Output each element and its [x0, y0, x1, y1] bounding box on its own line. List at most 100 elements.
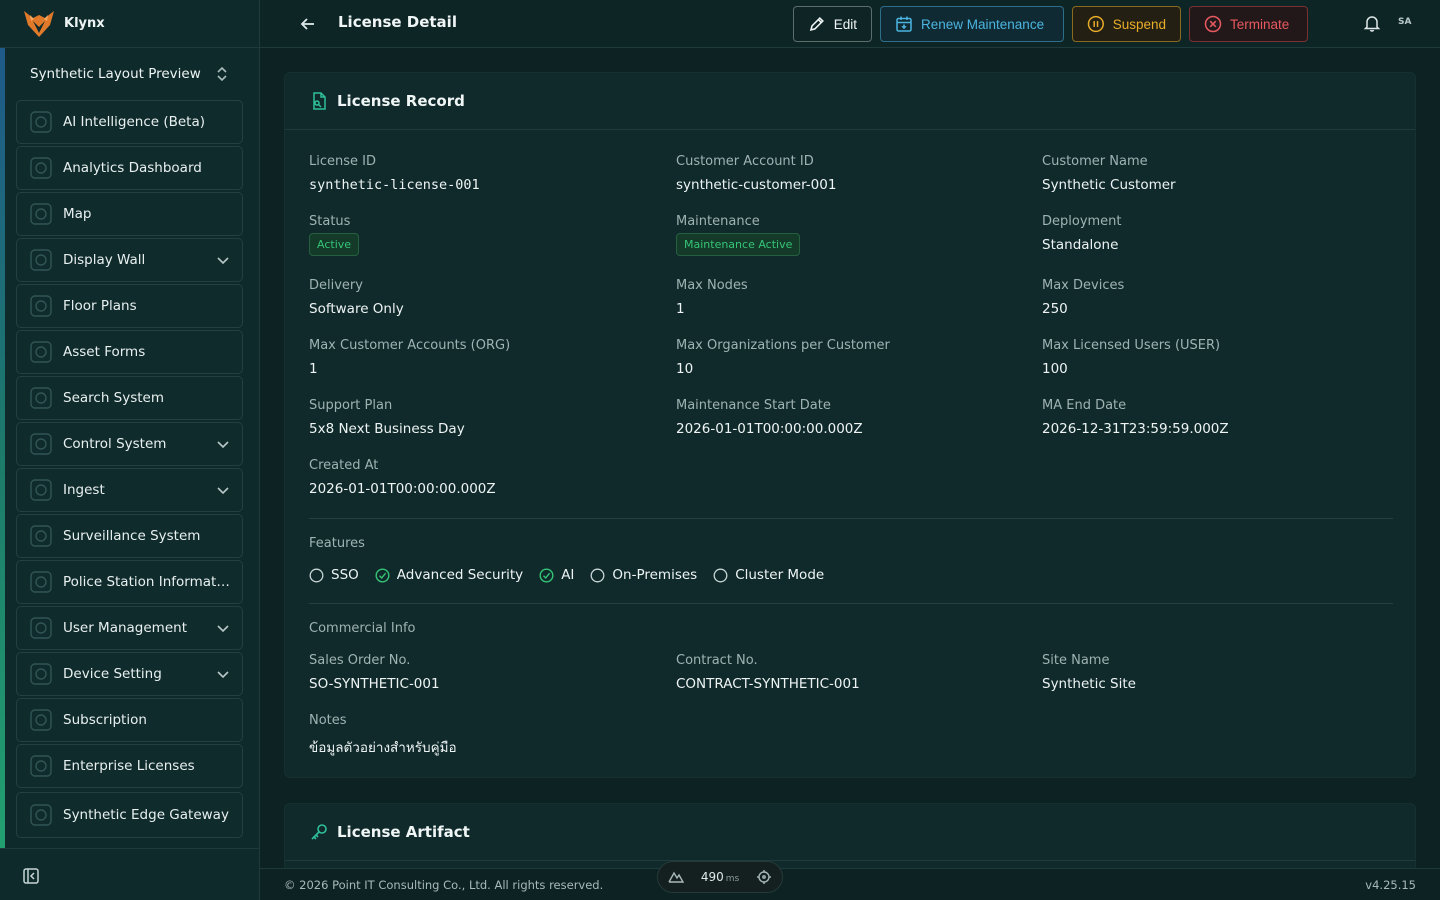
- field-value: synthetic-customer-001: [676, 177, 837, 193]
- license-record-title: License Record: [337, 92, 465, 110]
- field-label: MA End Date: [1042, 398, 1127, 413]
- sidebar-item-device-setting[interactable]: Device Setting: [16, 652, 243, 696]
- sidebar-item-control-system[interactable]: Control System: [16, 422, 243, 466]
- maintenance-badge: Maintenance Active: [676, 233, 801, 256]
- brand-name: Klynx: [64, 16, 105, 31]
- sidebar-nav: AI Intelligence (Beta) Analytics Dashboar…: [16, 100, 243, 840]
- field-value: 1: [309, 361, 318, 377]
- chevron-down-icon[interactable]: [216, 483, 230, 497]
- check-circle-icon: [539, 567, 554, 583]
- floor-plans-icon: [27, 292, 55, 320]
- sidebar-item-label: Control System: [63, 436, 167, 452]
- field-label: Contract No.: [676, 653, 758, 668]
- field-max-customer-accounts: Max Customer Accounts (ORG) 1: [309, 338, 676, 398]
- chevron-down-icon[interactable]: [216, 667, 230, 681]
- ingest-icon: [27, 476, 55, 504]
- feature-advanced-security: Advanced Security: [375, 567, 523, 583]
- sidebar-accent-bar: [0, 48, 5, 848]
- field-deployment: Deployment Standalone: [1042, 214, 1393, 278]
- response-time: 490 ms: [701, 870, 739, 884]
- sidebar-item-search-system[interactable]: Search System: [16, 376, 243, 420]
- org-name: Synthetic Layout Preview: [30, 66, 201, 82]
- field-value: 1: [676, 301, 685, 317]
- sidebar-item-surveillance-system[interactable]: Surveillance System: [16, 514, 243, 558]
- sidebar-item-police-station-information[interactable]: Police Station Information: [16, 560, 243, 604]
- empty-circle-icon: [713, 568, 728, 582]
- user-management-icon: [27, 614, 55, 642]
- renew-maintenance-label: Renew Maintenance: [921, 16, 1045, 32]
- field-label: Delivery: [309, 278, 363, 293]
- control-system-icon: [27, 430, 55, 458]
- bell-icon[interactable]: [1363, 14, 1381, 32]
- field-label: Sales Order No.: [309, 653, 411, 668]
- field-value: 2026-01-01T00:00:00.000Z: [309, 481, 496, 497]
- sidebar-item-ai-intelligence-beta[interactable]: AI Intelligence (Beta): [16, 100, 243, 144]
- suspend-label: Suspend: [1112, 16, 1166, 32]
- field-label: Max Customer Accounts (ORG): [309, 338, 511, 353]
- sidebar-item-synthetic-edge-gateway[interactable]: Synthetic Edge Gateway: [16, 792, 243, 838]
- chevron-down-icon[interactable]: [216, 437, 230, 451]
- chevron-down-icon[interactable]: [216, 621, 230, 635]
- field-maintenance: Maintenance Maintenance Active: [676, 214, 1042, 278]
- back-arrow-icon[interactable]: [298, 14, 318, 34]
- sidebar-item-label: Map: [63, 206, 92, 222]
- sidebar-item-map[interactable]: Map: [16, 192, 243, 236]
- field-max-licensed-users: Max Licensed Users (USER) 100: [1042, 338, 1393, 398]
- sidebar-item-label: User Management: [63, 620, 187, 636]
- chevron-up-down-icon: [216, 66, 228, 82]
- sidebar-item-display-wall[interactable]: Display Wall: [16, 238, 243, 282]
- renew-maintenance-button[interactable]: Renew Maintenance: [880, 6, 1064, 42]
- response-time-unit: ms: [725, 874, 740, 884]
- terminate-button[interactable]: Terminate: [1189, 6, 1308, 42]
- field-notes: Notes ข้อมูลตัวอย่างสำหรับคู่มือ: [309, 713, 676, 773]
- org-switcher[interactable]: Synthetic Layout Preview: [16, 56, 242, 92]
- feature-label: AI: [561, 567, 575, 583]
- license-fields-grid: License ID synthetic-license-001 Custome…: [309, 154, 1393, 518]
- main-content: License Record License ID synthetic-lice…: [260, 48, 1440, 868]
- field-maintenance-start-date: Maintenance Start Date 2026-01-01T00:00:…: [676, 398, 1042, 458]
- suspend-button[interactable]: Suspend: [1072, 6, 1181, 42]
- field-max-orgs-per-customer: Max Organizations per Customer 10: [676, 338, 1042, 398]
- sidebar-item-subscription[interactable]: Subscription: [16, 698, 243, 742]
- device-setting-icon: [27, 660, 55, 688]
- sidebar-item-asset-forms[interactable]: Asset Forms: [16, 330, 243, 374]
- pencil-icon: [809, 16, 824, 31]
- chevron-down-icon[interactable]: [216, 253, 230, 267]
- field-value: 5x8 Next Business Day: [309, 421, 465, 437]
- ai-icon: [27, 108, 55, 136]
- sidebar-collapse-icon[interactable]: [22, 867, 40, 885]
- copyright-text: © 2026 Point IT Consulting Co., Ltd. All…: [284, 878, 604, 892]
- field-label: Maintenance Start Date: [676, 398, 831, 413]
- license-artifact-card: License Artifact: [284, 803, 1416, 868]
- sidebar-item-label: Search System: [63, 390, 165, 406]
- field-label: Customer Account ID: [676, 154, 814, 169]
- field-value: Synthetic Site: [1042, 676, 1136, 692]
- feature-label: SSO: [331, 567, 359, 583]
- brand[interactable]: Klynx: [0, 0, 260, 48]
- field-support-plan: Support Plan 5x8 Next Business Day: [309, 398, 676, 458]
- sidebar-footer: [0, 848, 260, 900]
- sidebar-item-label: AI Intelligence (Beta): [63, 114, 206, 130]
- field-value: 2026-01-01T00:00:00.000Z: [676, 421, 863, 437]
- sidebar-item-analytics-dashboard[interactable]: Analytics Dashboard: [16, 146, 243, 190]
- sidebar-item-ingest[interactable]: Ingest: [16, 468, 243, 512]
- field-value: Software Only: [309, 301, 404, 317]
- status-badge: Active: [309, 233, 360, 256]
- crosshair-icon[interactable]: [756, 869, 772, 885]
- field-label: License ID: [309, 154, 376, 169]
- sidebar-item-user-management[interactable]: User Management: [16, 606, 243, 650]
- field-created-at: Created At 2026-01-01T00:00:00.000Z: [309, 458, 676, 518]
- check-circle-icon: [375, 567, 390, 583]
- user-avatar[interactable]: SA: [1398, 17, 1411, 27]
- feature-label: Cluster Mode: [735, 567, 825, 583]
- edit-button[interactable]: Edit: [793, 6, 872, 42]
- commercial-info-label: Commercial Info: [309, 621, 416, 636]
- performance-widget[interactable]: 490 ms: [657, 861, 783, 893]
- field-value: Synthetic Customer: [1042, 177, 1176, 193]
- sidebar-item-floor-plans[interactable]: Floor Plans: [16, 284, 243, 328]
- sidebar-item-enterprise-licenses[interactable]: Enterprise Licenses: [16, 744, 243, 788]
- field-ma-end-date: MA End Date 2026-12-31T23:59:59.000Z: [1042, 398, 1393, 458]
- empty-circle-icon: [309, 568, 324, 582]
- field-label: Max Licensed Users (USER): [1042, 338, 1221, 353]
- field-site-name: Site Name Synthetic Site: [1042, 653, 1393, 713]
